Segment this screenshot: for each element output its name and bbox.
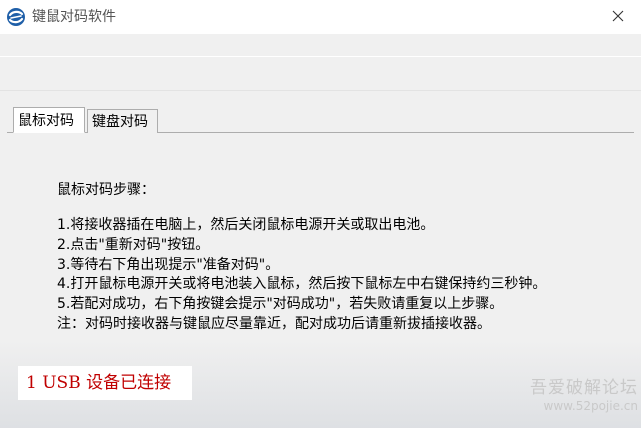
instruction-step: 2.点击"重新对码"按钮。 — [57, 236, 210, 253]
usb-status-text: 1 USB 设备已连接 — [26, 373, 172, 393]
tab-keyboard-pairing[interactable]: 键盘对码 — [87, 109, 158, 133]
watermark: 吾爱破解论坛 www.52pojie.cn — [470, 378, 638, 414]
divider — [0, 90, 641, 91]
instruction-step: 5.若配对成功，右下角按键会提示"对码成功"，若失败请重复以上步骤。 — [57, 296, 504, 313]
close-icon — [612, 7, 624, 26]
status-box: 1 USB 设备已连接 — [18, 366, 192, 400]
pairing-instructions: 鼠标对码步骤： 1.将接收器插在电脑上，然后关闭鼠标电源开关或取出电池。 2.点… — [57, 180, 546, 335]
title-bar: 键鼠对码软件 — [0, 0, 641, 34]
close-button[interactable] — [604, 4, 632, 28]
divider — [0, 56, 641, 57]
app-logo-icon — [6, 7, 26, 27]
instruction-step: 4.打开鼠标电源开关或将电池装入鼠标，然后按下鼠标左中右键保持约三秒钟。 — [57, 276, 547, 293]
instruction-step: 3.等待右下角出现提示"准备对码"。 — [57, 256, 280, 273]
app-window: 键鼠对码软件 鼠标对码 键盘对码 鼠标对码步骤： 1.将接收器插在电脑上，然后关… — [0, 0, 641, 428]
watermark-url: www.52pojie.cn — [543, 399, 638, 413]
watermark-title: 吾爱破解论坛 — [530, 378, 638, 398]
instruction-step: 1.将接收器插在电脑上，然后关闭鼠标电源开关或取出电池。 — [57, 217, 435, 233]
instructions-heading: 鼠标对码步骤： — [57, 182, 155, 198]
window-title: 键鼠对码软件 — [32, 9, 116, 25]
instruction-note: 注：对码时接收器与键鼠应尽量靠近，配对成功后请重新拔插接收器。 — [57, 315, 491, 332]
menu-strip — [0, 34, 641, 98]
tab-mouse-pairing[interactable]: 鼠标对码 — [13, 107, 85, 133]
